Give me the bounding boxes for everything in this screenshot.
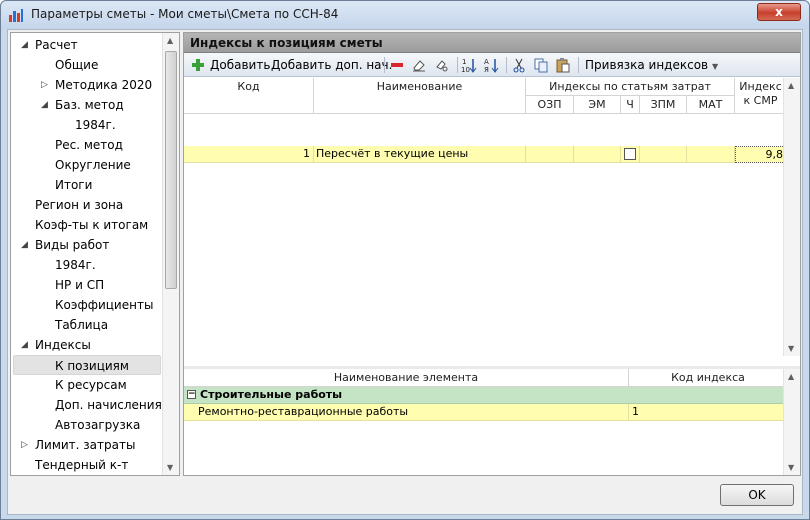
scroll-down-icon[interactable]: ▼ bbox=[167, 463, 173, 472]
tree-item-tablica[interactable]: Таблица bbox=[55, 315, 108, 335]
clear-all-icon[interactable] bbox=[434, 57, 450, 73]
header-em[interactable]: ЭМ bbox=[574, 96, 621, 114]
collapse-group-icon[interactable]: − bbox=[187, 390, 196, 399]
row-zpm-cell[interactable] bbox=[640, 146, 687, 163]
header-element-name[interactable]: Наименование элемента bbox=[184, 369, 629, 387]
tree-scrollbar[interactable]: ▲ ▼ bbox=[162, 33, 179, 475]
tree-item-metodika-2020[interactable]: ▷ Методика 2020 bbox=[41, 75, 152, 95]
scroll-up-icon[interactable]: ▲ bbox=[788, 81, 794, 90]
tree-item-k-resursam[interactable]: К ресурсам bbox=[55, 375, 127, 395]
tree-item-vidy-rabot[interactable]: ◢ Виды работ bbox=[21, 235, 109, 255]
element-name-cell[interactable]: Ремонтно-реставрационные работы bbox=[184, 404, 629, 421]
header-smr[interactable]: Индекс к СМР bbox=[735, 78, 787, 114]
expand-arrow-icon[interactable]: ◢ bbox=[21, 235, 31, 255]
add-button[interactable]: Добавить bbox=[210, 56, 270, 74]
tree-item-res-metod[interactable]: Рес. метод bbox=[55, 135, 123, 155]
svg-text:10: 10 bbox=[461, 66, 470, 73]
scroll-down-icon[interactable]: ▼ bbox=[788, 463, 794, 472]
tree-item-raschet[interactable]: ◢ Расчет bbox=[21, 35, 78, 55]
app-icon bbox=[9, 9, 23, 22]
expand-arrow-icon[interactable]: ◢ bbox=[21, 335, 31, 355]
binding-indexes-dropdown[interactable]: Привязка индексов ▼ bbox=[585, 56, 718, 74]
dialog-client-area: ◢ Расчет Общие ▷ Методика 2020 ◢ Баз. метод… bbox=[7, 29, 803, 515]
ok-button[interactable]: OK bbox=[720, 484, 794, 506]
window-title: Параметры сметы - Мои сметы\Смета по ССН… bbox=[31, 7, 339, 21]
grid2-scrollbar[interactable]: ▲ ▼ bbox=[783, 369, 800, 475]
toolbar-separator bbox=[384, 57, 385, 73]
tree-item-avtozagruzka[interactable]: Автозагрузка bbox=[55, 415, 140, 435]
tree-item-k-poziciyam[interactable]: К позициям bbox=[13, 355, 161, 375]
eraser-icon[interactable] bbox=[411, 57, 427, 73]
cut-icon[interactable] bbox=[511, 57, 527, 73]
tree-item-koef-itogam[interactable]: Коэф-ты к итогам bbox=[35, 215, 148, 235]
title-bar[interactable]: Параметры сметы - Мои сметы\Смета по ССН… bbox=[1, 1, 809, 29]
positions-index-table: Код Наименование Индексы по статьям затр… bbox=[184, 78, 800, 356]
row-smr-cell[interactable]: 9,8 bbox=[735, 146, 787, 163]
index-panel: Индексы к позициям сметы Добавить Добави… bbox=[183, 32, 801, 476]
sort-alpha-icon[interactable]: A Я bbox=[483, 57, 499, 73]
tree-item-1984-vidy[interactable]: 1984г. bbox=[55, 255, 96, 275]
add-plus-icon[interactable] bbox=[190, 57, 206, 73]
paste-icon[interactable] bbox=[555, 57, 571, 73]
chevron-down-icon: ▼ bbox=[711, 62, 719, 71]
toolbar: Добавить Добавить доп. нач. 1 10 A Я При… bbox=[184, 53, 800, 77]
scroll-up-icon[interactable]: ▲ bbox=[167, 36, 173, 45]
delete-minus-icon[interactable] bbox=[389, 57, 405, 73]
group-label: Строительные работы bbox=[200, 388, 343, 401]
ch-checkbox[interactable] bbox=[624, 148, 636, 160]
row-ozp-cell[interactable] bbox=[526, 146, 574, 163]
sort-numeric-icon[interactable]: 1 10 bbox=[461, 57, 477, 73]
group-row-construction[interactable]: − Строительные работы bbox=[184, 387, 788, 404]
row-mat-cell[interactable] bbox=[687, 146, 735, 163]
settings-tree: ◢ Расчет Общие ▷ Методика 2020 ◢ Баз. метод… bbox=[10, 32, 180, 476]
toolbar-separator bbox=[578, 57, 579, 73]
header-ch[interactable]: Ч bbox=[621, 96, 640, 114]
scroll-down-icon[interactable]: ▼ bbox=[788, 344, 794, 353]
tree-item-indeksy[interactable]: ◢ Индексы bbox=[21, 335, 91, 355]
header-zpm[interactable]: ЗПМ bbox=[640, 96, 687, 114]
tree-item-nr-sp[interactable]: НР и СП bbox=[55, 275, 104, 295]
tree-item-limit-zatraty[interactable]: ▷ Лимит. затраты bbox=[21, 435, 135, 455]
svg-text:1: 1 bbox=[462, 58, 466, 66]
tree-scroll-thumb[interactable] bbox=[165, 51, 177, 289]
elements-table: Наименование элемента Код индекса − Стро… bbox=[184, 369, 800, 475]
grid1-scrollbar[interactable]: ▲ ▼ bbox=[783, 78, 800, 356]
add-extra-button[interactable]: Добавить доп. нач. bbox=[271, 56, 392, 74]
tree-item-okruglenie[interactable]: Округление bbox=[55, 155, 131, 175]
row-name-cell[interactable]: Пересчёт в текущие цены bbox=[314, 146, 526, 163]
svg-text:Я: Я bbox=[484, 66, 489, 73]
header-index-code[interactable]: Код индекса bbox=[629, 369, 788, 387]
panel-title: Индексы к позициям сметы bbox=[184, 33, 800, 53]
row-ch-cell[interactable] bbox=[621, 146, 640, 163]
tree-item-baz-metod[interactable]: ◢ Баз. метод bbox=[41, 95, 124, 115]
header-ozp[interactable]: ОЗП bbox=[526, 96, 574, 114]
row-em-cell[interactable] bbox=[574, 146, 621, 163]
collapse-arrow-icon[interactable]: ▷ bbox=[41, 75, 51, 95]
tree-item-tendernyi[interactable]: Тендерный к-т bbox=[35, 455, 128, 475]
tree-item-dop-nachisleniya[interactable]: Доп. начисления bbox=[55, 395, 162, 415]
copy-icon[interactable] bbox=[533, 57, 549, 73]
header-mat[interactable]: МАТ bbox=[687, 96, 735, 114]
header-code[interactable]: Код bbox=[184, 78, 314, 114]
tree-item-1984-baz[interactable]: 1984г. bbox=[75, 115, 116, 135]
tree-item-obshie[interactable]: Общие bbox=[55, 55, 98, 75]
dialog-window: Параметры сметы - Мои сметы\Смета по ССН… bbox=[0, 0, 810, 520]
header-by-cost-items: Индексы по статьям затрат bbox=[526, 78, 735, 96]
expand-arrow-icon[interactable]: ◢ bbox=[21, 35, 31, 55]
svg-text:A: A bbox=[484, 58, 489, 66]
tree-item-region[interactable]: Регион и зона bbox=[35, 195, 123, 215]
toolbar-separator bbox=[506, 57, 507, 73]
element-code-cell[interactable]: 1 bbox=[629, 404, 788, 421]
tree-item-itogi[interactable]: Итоги bbox=[55, 175, 92, 195]
close-button[interactable]: x bbox=[757, 3, 801, 21]
tree-item-koefficienty[interactable]: Коэффициенты bbox=[55, 295, 153, 315]
scroll-up-icon[interactable]: ▲ bbox=[788, 372, 794, 381]
expand-arrow-icon[interactable]: ◢ bbox=[41, 95, 51, 115]
toolbar-separator bbox=[457, 57, 458, 73]
collapse-arrow-icon[interactable]: ▷ bbox=[21, 435, 31, 455]
row-code-cell[interactable]: 1 bbox=[184, 146, 314, 163]
header-name[interactable]: Наименование bbox=[314, 78, 526, 114]
